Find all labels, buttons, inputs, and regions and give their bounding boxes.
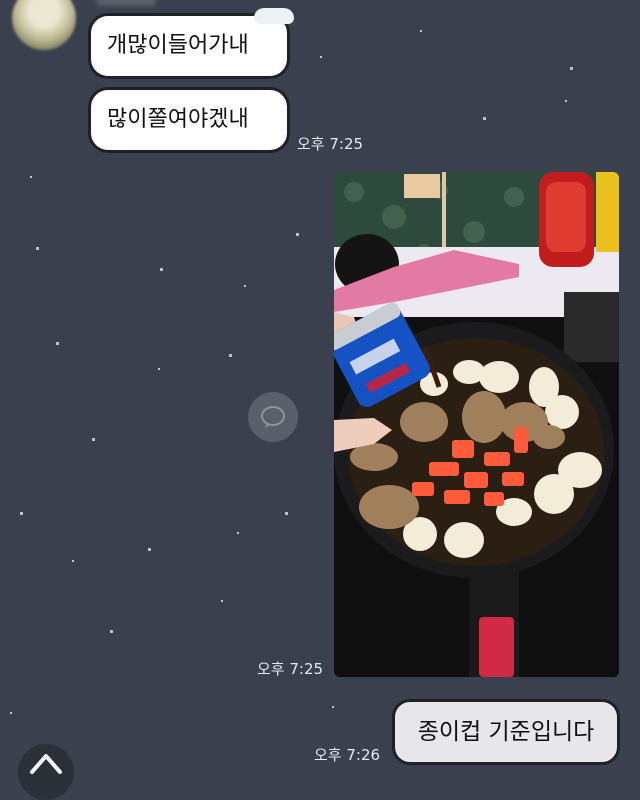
message-text: 개많이들어가내 (107, 33, 249, 58)
message-timestamp: 오후 7:25 (297, 135, 364, 153)
message-text: 많이쫄여야겠내 (107, 107, 249, 132)
chevron-up-icon (30, 754, 62, 774)
message-bubble-outgoing[interactable]: 종이컵 기준입니다 (392, 699, 620, 765)
message-bubble-incoming[interactable]: 많이쫄여야겠내 (88, 87, 290, 153)
speech-bubble-icon (261, 406, 285, 428)
cooking-photo (334, 172, 619, 677)
message-text: 종이컵 기준입니다 (417, 719, 595, 745)
message-timestamp: 오후 7:26 (314, 746, 381, 764)
sender-name-blurred (96, 0, 156, 6)
share-button[interactable] (248, 392, 298, 442)
bubble-snow-decoration (254, 8, 294, 24)
scroll-to-bottom-button[interactable] (18, 744, 74, 800)
avatar[interactable] (12, 0, 76, 50)
photo-timestamp: 오후 7:25 (257, 660, 324, 678)
message-photo[interactable] (334, 172, 619, 677)
